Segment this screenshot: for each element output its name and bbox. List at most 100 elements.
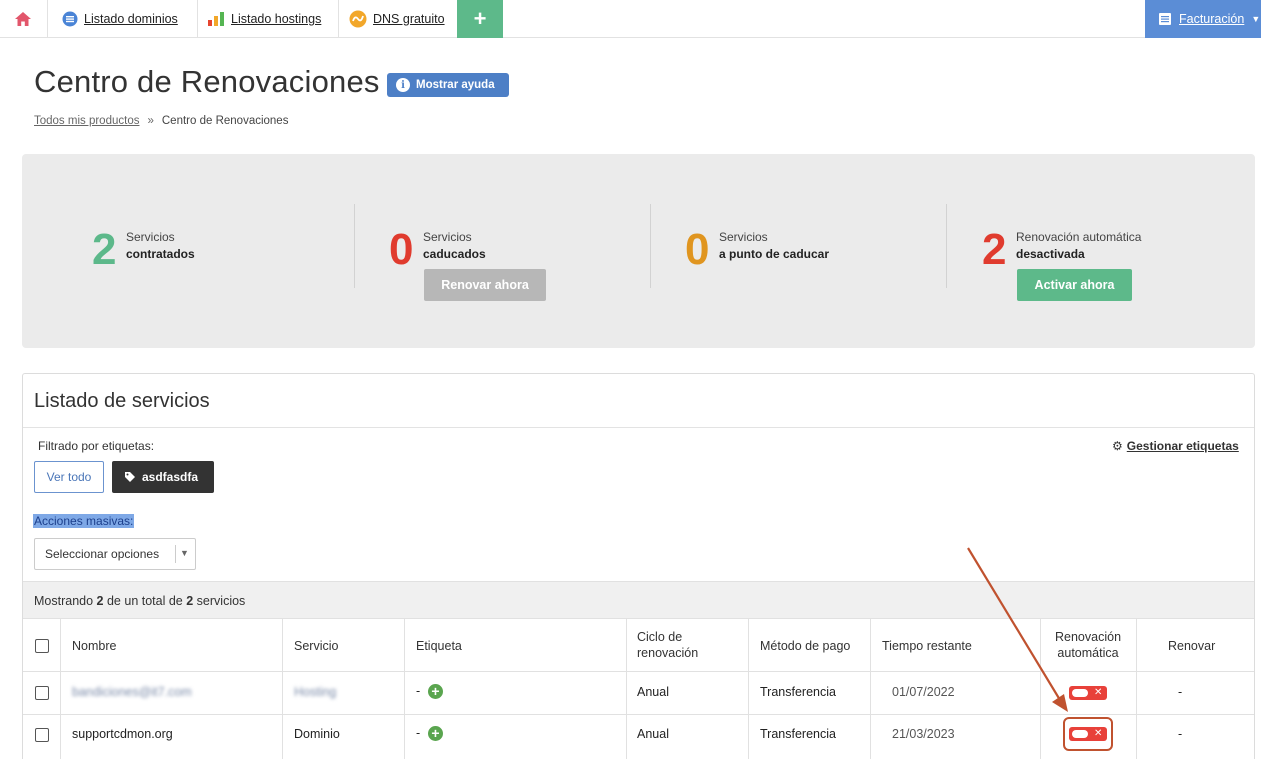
top-navbar: Listado dominios Listado hostings DNS gr… xyxy=(0,0,1261,38)
row-name[interactable]: supportcdmon.org xyxy=(72,727,173,741)
column-divider xyxy=(870,619,871,759)
row-payment: Transferencia xyxy=(760,727,836,741)
add-button[interactable]: + xyxy=(457,0,503,38)
row-checkbox[interactable] xyxy=(35,728,49,742)
count-suffix: servicios xyxy=(196,594,246,608)
stat-autorenew-label: Renovación automática xyxy=(1016,230,1142,244)
nav-divider xyxy=(47,0,48,38)
header-payment[interactable]: Método de pago xyxy=(760,639,850,655)
nav-divider xyxy=(338,0,339,38)
auto-renew-toggle[interactable]: ✕ xyxy=(1069,686,1107,700)
breadcrumb-separator: » xyxy=(147,115,154,127)
count-shown: 2 xyxy=(96,594,104,608)
header-auto-renew[interactable]: Renovación automática xyxy=(1055,630,1121,661)
nav-dns[interactable]: DNS gratuito xyxy=(349,0,445,38)
row-checkbox[interactable] xyxy=(35,686,49,700)
tag-icon xyxy=(125,472,135,482)
billing-label: Facturación xyxy=(1179,12,1245,26)
column-divider xyxy=(626,619,627,759)
tag-filter-label: asdfasdfa xyxy=(142,470,199,484)
mass-actions-label: Acciones masivas: xyxy=(33,514,135,528)
toggle-knob xyxy=(1072,689,1088,697)
header-renew[interactable]: Renovar xyxy=(1168,639,1215,655)
stat-autorenew-number: 2 xyxy=(982,225,1007,274)
stat-expired-label: Servicios xyxy=(423,230,472,244)
breadcrumb-current: Centro de Renovaciones xyxy=(161,115,289,127)
add-tag-icon[interactable]: + xyxy=(428,684,443,699)
stat-contracted-label: Servicios xyxy=(126,230,175,244)
services-count: Mostrando 2 de un total de 2 servicios xyxy=(34,594,245,608)
dns-icon xyxy=(349,10,367,28)
nav-dns-label: DNS gratuito xyxy=(373,12,445,26)
mass-actions-select-value: Seleccionar opciones xyxy=(45,547,160,561)
row-renew: - xyxy=(1178,685,1183,699)
row-tag: - xyxy=(416,726,421,740)
header-auto-line2: automática xyxy=(1057,645,1119,660)
stat-expiring-label: Servicios xyxy=(719,230,768,244)
billing-menu[interactable]: Facturación ▼ xyxy=(1145,0,1261,38)
close-icon: ✕ xyxy=(1094,687,1103,698)
nav-hostings[interactable]: Listado hostings xyxy=(207,0,321,38)
breadcrumb: Todos mis productos » Centro de Renovacion… xyxy=(34,115,288,127)
renew-now-button[interactable]: Renovar ahora xyxy=(424,269,546,301)
mass-actions-select[interactable]: Seleccionar opciones ▼ xyxy=(34,538,196,570)
manage-tags-label: Gestionar etiquetas xyxy=(1126,439,1239,453)
stat-expired-sublabel: caducados xyxy=(423,247,486,261)
count-prefix: Mostrando xyxy=(34,594,94,608)
header-auto-line1: Renovación xyxy=(1055,630,1122,644)
stat-autorenew-sublabel: desactivada xyxy=(1016,247,1085,261)
select-all-checkbox[interactable] xyxy=(35,639,49,653)
select-divider xyxy=(175,545,176,563)
stat-contracted-sublabel: contratados xyxy=(126,247,195,261)
row-name[interactable]: bandiciones@it7.com xyxy=(72,685,192,699)
manage-tags-link[interactable]: ⚙ Gestionar etiquetas xyxy=(1112,439,1239,453)
stat-expiring-number: 0 xyxy=(685,225,710,274)
services-card xyxy=(22,373,1255,759)
stat-expiring-sublabel: a punto de caducar xyxy=(719,247,830,261)
header-cycle-line2: renovación xyxy=(637,645,699,660)
nav-hostings-label: Listado hostings xyxy=(231,12,322,26)
chevron-down-icon: ▼ xyxy=(180,548,189,558)
column-divider xyxy=(1040,619,1041,759)
nav-divider xyxy=(197,0,198,38)
column-divider xyxy=(60,619,61,759)
nav-domains[interactable]: Listado dominios xyxy=(62,0,178,38)
header-tag[interactable]: Etiqueta xyxy=(416,639,462,655)
column-divider xyxy=(282,619,283,759)
chevron-down-icon: ▼ xyxy=(1251,14,1261,24)
card-divider xyxy=(23,427,1254,428)
header-cycle[interactable]: Ciclo de renovación xyxy=(637,630,698,661)
row-service: Dominio xyxy=(294,727,340,741)
header-service[interactable]: Servicio xyxy=(294,639,338,655)
nav-domains-label: Listado dominios xyxy=(84,12,178,26)
help-button[interactable]: i Mostrar ayuda xyxy=(387,73,509,97)
show-all-button[interactable]: Ver todo xyxy=(34,461,104,493)
services-title: Listado de servicios xyxy=(34,390,210,412)
count-mid: de un total de xyxy=(106,594,183,608)
stat-contracted-number: 2 xyxy=(92,225,117,274)
stats-panel: 2 Servicios contratados 0 Servicios cadu… xyxy=(22,154,1255,348)
header-remaining[interactable]: Tiempo restante xyxy=(882,639,972,655)
stats-divider xyxy=(354,204,355,288)
invoice-icon xyxy=(1159,13,1171,25)
breadcrumb-parent-link[interactable]: Todos mis productos xyxy=(34,115,139,127)
tag-filter-button[interactable]: asdfasdfa xyxy=(112,461,214,493)
row-tag: - xyxy=(416,684,421,698)
stats-divider xyxy=(946,204,947,288)
home-link[interactable] xyxy=(14,0,32,38)
stat-expired-number: 0 xyxy=(389,225,414,274)
header-name[interactable]: Nombre xyxy=(72,639,116,655)
column-divider xyxy=(1136,619,1137,759)
activate-now-button[interactable]: Activar ahora xyxy=(1017,269,1132,301)
annotation-highlight-box xyxy=(1063,717,1113,751)
row-cycle: Anual xyxy=(637,685,669,699)
page-title: Centro de Renovaciones xyxy=(34,64,380,99)
row-renew: - xyxy=(1178,727,1183,741)
add-tag-icon[interactable]: + xyxy=(428,726,443,741)
header-cycle-line1: Ciclo de xyxy=(637,630,683,644)
stats-divider xyxy=(650,204,651,288)
row-remaining: 01/07/2022 xyxy=(892,685,955,699)
filter-label: Filtrado por etiquetas: xyxy=(38,439,155,453)
column-divider xyxy=(404,619,405,759)
row-divider xyxy=(23,671,1254,672)
